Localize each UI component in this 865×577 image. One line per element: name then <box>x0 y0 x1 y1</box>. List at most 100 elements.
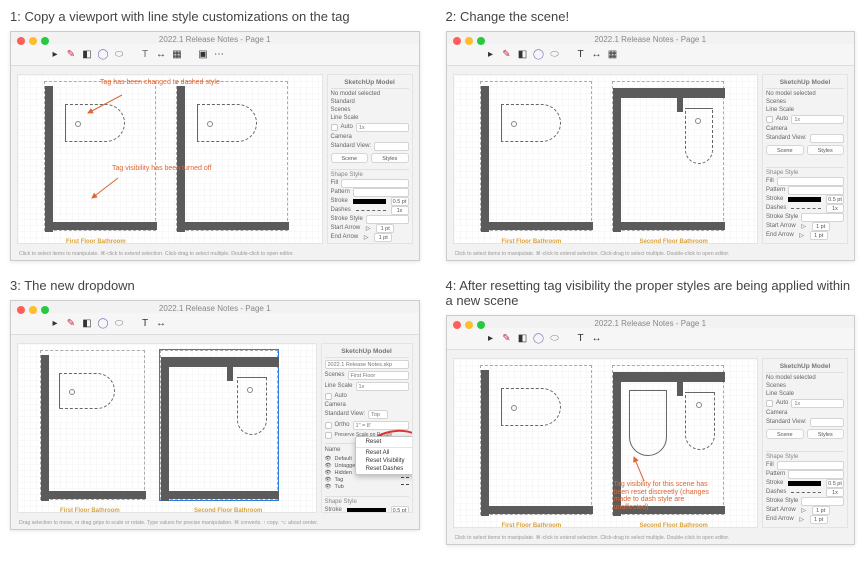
misc-icon[interactable]: ⋯ <box>213 48 225 60</box>
minimize-icon[interactable] <box>465 37 473 45</box>
fill-swatch[interactable] <box>777 461 844 470</box>
viewport-right-selected[interactable] <box>160 350 278 500</box>
scene-button[interactable]: Scene <box>331 153 369 163</box>
window-controls[interactable] <box>453 321 485 329</box>
pointer-icon[interactable]: ▸ <box>485 48 497 60</box>
end-arrow-field[interactable]: 1 pt <box>374 233 392 242</box>
line-scale-field[interactable]: 1x <box>356 123 409 132</box>
line-scale-field[interactable]: 1x <box>356 382 409 391</box>
dash-scale-field[interactable]: 1x <box>826 204 844 213</box>
window-controls[interactable] <box>453 37 485 45</box>
pencil-icon[interactable]: ✎ <box>501 48 513 60</box>
dropdown-item-reset-all[interactable]: Reset All <box>356 449 413 457</box>
ortho-checkbox[interactable] <box>325 422 332 429</box>
viewport-left[interactable] <box>480 365 592 515</box>
stroke-width-field[interactable]: 0.5 pt <box>391 506 409 513</box>
tag-row[interactable]: 👁Tag <box>325 477 409 483</box>
scene-button[interactable]: Scene <box>766 145 804 155</box>
pointer-icon[interactable]: ▸ <box>49 317 61 329</box>
start-arrow-field[interactable]: 1 pt <box>812 222 830 231</box>
shape2-icon[interactable]: ⬭ <box>113 48 125 60</box>
start-arrow-field[interactable]: 1 pt <box>812 506 830 515</box>
minimize-icon[interactable] <box>29 37 37 45</box>
dimension-icon[interactable]: ↔ <box>591 332 603 344</box>
pencil-icon[interactable]: ✎ <box>65 317 77 329</box>
stroke-style-field[interactable] <box>366 215 409 224</box>
shape2-icon[interactable]: ⬭ <box>549 48 561 60</box>
auto-checkbox[interactable] <box>325 393 332 400</box>
auto-checkbox[interactable] <box>766 400 773 407</box>
close-icon[interactable] <box>453 37 461 45</box>
end-arrow-field[interactable]: 1 pt <box>810 231 828 240</box>
shape2-icon[interactable]: ⬭ <box>549 332 561 344</box>
dimension-icon[interactable]: ↔ <box>155 317 167 329</box>
stroke-style-field[interactable] <box>801 497 844 506</box>
pointer-icon[interactable]: ▸ <box>49 48 61 60</box>
start-arrow-field[interactable]: 1 pt <box>376 224 394 233</box>
zoom-icon[interactable] <box>477 37 485 45</box>
zoom-icon[interactable] <box>41 306 49 314</box>
stroke-width-field[interactable]: 0.5 pt <box>826 195 844 204</box>
stroke-style-field[interactable] <box>801 213 844 222</box>
scene-select[interactable]: First Floor <box>348 371 409 380</box>
fill-swatch[interactable] <box>777 177 844 186</box>
dash-scale-field[interactable]: 1x <box>391 206 409 215</box>
std-view-field[interactable] <box>810 418 844 427</box>
viewport-left[interactable] <box>40 350 145 500</box>
std-view-field[interactable]: Top <box>368 410 388 419</box>
shape-icon[interactable]: ◯ <box>533 332 545 344</box>
styles-button[interactable]: Styles <box>807 429 845 439</box>
auto-checkbox[interactable] <box>331 124 338 131</box>
std-view-field[interactable] <box>810 134 844 143</box>
pencil-icon[interactable]: ✎ <box>501 332 513 344</box>
eraser-icon[interactable]: ◧ <box>81 317 93 329</box>
text-icon[interactable]: T <box>139 48 151 60</box>
zoom-icon[interactable] <box>477 321 485 329</box>
eraser-icon[interactable]: ◧ <box>81 48 93 60</box>
eraser-icon[interactable]: ◧ <box>517 332 529 344</box>
table-icon[interactable]: ▦ <box>607 48 619 60</box>
canvas[interactable]: First Floor Bathroom Second Floor Bathro… <box>17 343 317 513</box>
minimize-icon[interactable] <box>465 321 473 329</box>
preserve-checkbox[interactable] <box>325 432 332 439</box>
dropdown-item-reset-visibility[interactable]: Reset Visibility <box>356 457 413 465</box>
zoom-icon[interactable] <box>41 37 49 45</box>
table-icon[interactable]: ▦ <box>171 48 183 60</box>
tag-row[interactable]: 👁Tub <box>325 484 409 490</box>
shape-icon[interactable]: ◯ <box>533 48 545 60</box>
pointer-icon[interactable]: ▸ <box>485 332 497 344</box>
fill-swatch[interactable] <box>341 179 408 188</box>
shape2-icon[interactable]: ⬭ <box>113 317 125 329</box>
dimension-icon[interactable]: ↔ <box>155 48 167 60</box>
canvas[interactable]: First Floor Bathroom Second Floor Bathro… <box>453 74 759 244</box>
canvas[interactable]: First Floor Bathroom Second Floor Bathro… <box>453 358 759 528</box>
close-icon[interactable] <box>453 321 461 329</box>
text-icon[interactable]: T <box>575 332 587 344</box>
model-file-field[interactable]: 2022.1 Release Notes.skp <box>325 360 409 369</box>
canvas[interactable]: First Floor Bathroom Tag has been change… <box>17 74 323 244</box>
tag-reset-dropdown[interactable]: Reset Reset All Reset Visibility Reset D… <box>355 436 413 475</box>
close-icon[interactable] <box>17 37 25 45</box>
close-icon[interactable] <box>17 306 25 314</box>
line-scale-field[interactable]: 1x <box>791 115 844 124</box>
viewport-left[interactable] <box>480 81 592 231</box>
styles-button[interactable]: Styles <box>807 145 845 155</box>
viewport-right[interactable] <box>612 81 724 231</box>
end-arrow-field[interactable]: 1 pt <box>810 515 828 524</box>
shape-icon[interactable]: ◯ <box>97 317 109 329</box>
dropdown-item-reset[interactable]: Reset <box>356 438 413 446</box>
pattern-field[interactable] <box>353 188 409 197</box>
styles-button[interactable]: Styles <box>371 153 409 163</box>
dash-scale-field[interactable]: 1x <box>826 488 844 497</box>
window-controls[interactable] <box>17 37 49 45</box>
pattern-field[interactable] <box>788 470 844 479</box>
pattern-field[interactable] <box>788 186 844 195</box>
minimize-icon[interactable] <box>29 306 37 314</box>
shape-icon[interactable]: ◯ <box>97 48 109 60</box>
eraser-icon[interactable]: ◧ <box>517 48 529 60</box>
scene-button[interactable]: Scene <box>766 429 804 439</box>
pencil-icon[interactable]: ✎ <box>65 48 77 60</box>
scale-field[interactable]: 1" = 8' <box>353 421 409 430</box>
window-controls[interactable] <box>17 306 49 314</box>
dimension-icon[interactable]: ↔ <box>591 48 603 60</box>
